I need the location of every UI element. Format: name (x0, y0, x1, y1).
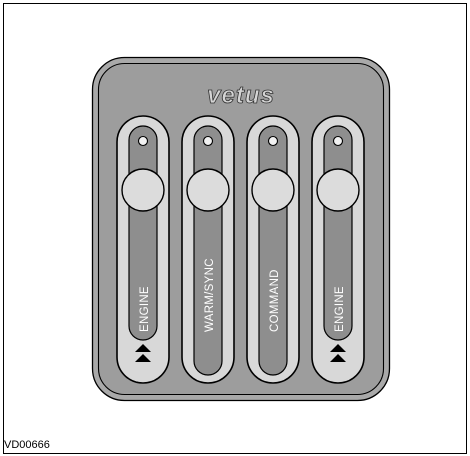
vetus-logo: vetus (207, 82, 275, 109)
slider-knob[interactable] (186, 168, 230, 212)
slider-button-2[interactable]: WARM/SYNC (181, 115, 235, 384)
indicator-led (332, 135, 344, 147)
button-label: COMMAND (269, 269, 281, 332)
control-panel-diagram: vetus ENGINE WARM/SYNC COMMAND ENGINE VD006… (3, 3, 467, 454)
indicator-led (137, 135, 149, 147)
slider-button-3[interactable]: COMMAND (246, 115, 300, 384)
indicator-led (202, 135, 214, 147)
drawing-code: VD00666 (4, 439, 50, 451)
slider-button-1[interactable]: ENGINE (116, 115, 170, 384)
button-label: WARM/SYNC (204, 258, 216, 332)
slider-knob[interactable] (251, 168, 295, 212)
slider-knob[interactable] (316, 168, 360, 212)
indicator-led (267, 135, 279, 147)
slider-button-4[interactable]: ENGINE (311, 115, 365, 384)
slider-track (193, 125, 223, 376)
button-label: ENGINE (139, 286, 151, 332)
slider-knob[interactable] (121, 168, 165, 212)
button-label: ENGINE (334, 286, 346, 332)
slider-track (258, 125, 288, 376)
